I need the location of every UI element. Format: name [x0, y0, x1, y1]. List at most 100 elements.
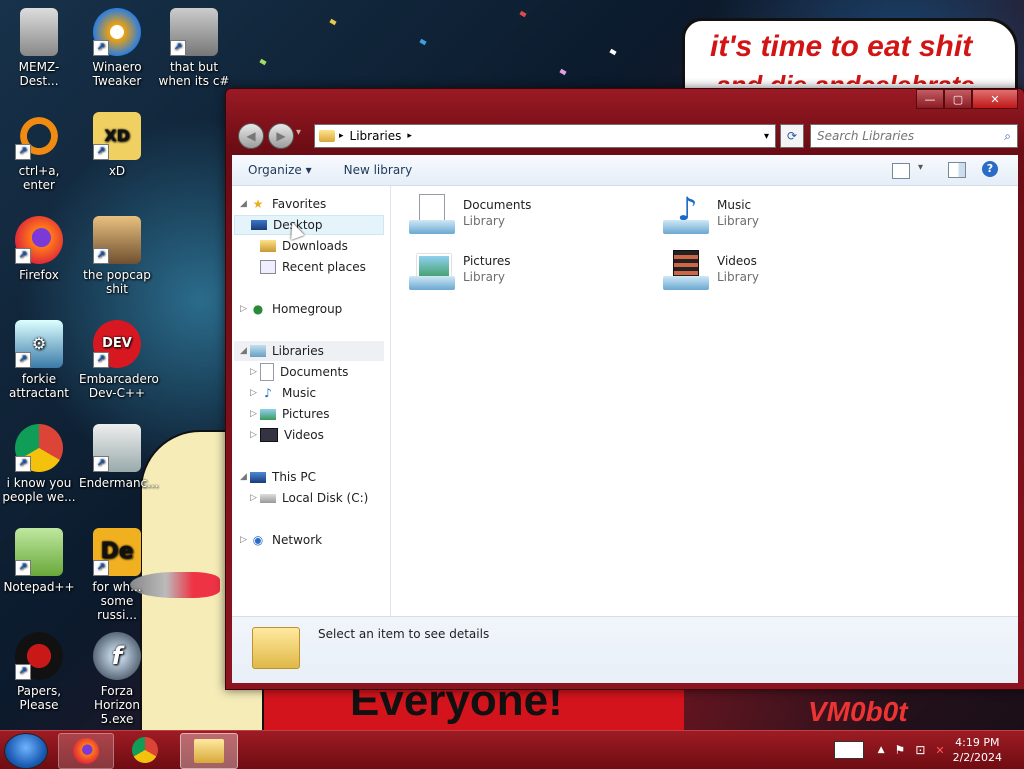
- desktop-icon-firefox[interactable]: ↗ Firefox: [1, 216, 77, 282]
- action-center-flag-icon[interactable]: ⚑: [895, 743, 906, 757]
- breadcrumb-trail-arrow[interactable]: ▸: [407, 131, 412, 141]
- desktop-icon-notepadpp[interactable]: ↗ Notepad++: [1, 528, 77, 594]
- library-name: Music: [717, 198, 752, 212]
- library-music[interactable]: ♪ Music Library: [663, 190, 903, 246]
- navigation-pane: ◢ ★ Favorites Desktop Downloads Recent p…: [232, 186, 391, 617]
- breadcrumb-separator[interactable]: ▸: [339, 131, 344, 141]
- search-icon[interactable]: ⌕: [1004, 129, 1011, 144]
- keyboard-icon[interactable]: [833, 741, 864, 759]
- address-bar[interactable]: ▸ Libraries ▸ ▾: [314, 124, 776, 148]
- ring-icon: ↗: [15, 112, 63, 160]
- show-hidden-icons-button[interactable]: ▲: [878, 745, 885, 755]
- expand-arrow-icon[interactable]: ▷: [250, 430, 260, 440]
- music-library-icon: ♪: [663, 190, 711, 238]
- expand-arrow-icon[interactable]: ▷: [250, 493, 260, 503]
- desktop-icon-memz[interactable]: MEMZ-Dest...: [1, 8, 77, 88]
- desktop-icon-forza[interactable]: f Forza Horizon 5.exe: [79, 632, 155, 726]
- taskbar-chrome[interactable]: [118, 733, 172, 767]
- desktop-icon-enderman[interactable]: ↗ Endermanc...: [79, 424, 159, 490]
- back-button[interactable]: ◀: [238, 123, 264, 149]
- desktop-icon-xd[interactable]: XD ↗ xD: [79, 112, 155, 178]
- desktop-icon-winaero[interactable]: ↗ Winaero Tweaker: [79, 8, 155, 88]
- search-box[interactable]: ⌕: [810, 124, 1018, 148]
- nav-lib-pictures[interactable]: ▷ Pictures: [250, 404, 330, 424]
- hard-drive-icon: [260, 493, 276, 503]
- library-documents[interactable]: Documents Library: [409, 194, 649, 246]
- start-button[interactable]: [4, 733, 48, 769]
- desktop-icon-csharp[interactable]: ↗ that but when its c#: [156, 8, 232, 88]
- desktop-icon-devcpp[interactable]: DEV ↗ Embarcadero Dev-C++: [79, 320, 159, 400]
- confetti: [259, 58, 267, 66]
- nav-homegroup[interactable]: ▷ ● Homegroup: [240, 299, 342, 319]
- desktop-icon-papers-please[interactable]: ↗ Papers, Please: [1, 632, 77, 712]
- maximize-button[interactable]: ▢: [944, 89, 972, 109]
- desktop-icon-label: Forza Horizon 5.exe: [94, 684, 140, 726]
- expand-arrow-icon[interactable]: ▷: [240, 304, 250, 314]
- network-tray-icon[interactable]: ⊡: [915, 743, 925, 757]
- flash-icon: f: [93, 632, 141, 680]
- nav-lib-music[interactable]: ▷ ♪ Music: [250, 383, 316, 403]
- downloads-folder-icon: [260, 240, 276, 252]
- desktop-icon-label: ctrl+a, enter: [18, 164, 60, 192]
- nav-label: Network: [272, 533, 323, 547]
- collapse-arrow-icon[interactable]: ◢: [240, 199, 250, 209]
- nav-this-pc[interactable]: ◢ This PC: [240, 467, 316, 487]
- expand-arrow-icon[interactable]: ▷: [250, 388, 260, 398]
- shortcut-arrow-icon: ↗: [93, 40, 109, 56]
- clock[interactable]: 4:19 PM 2/2/2024: [953, 735, 1002, 765]
- confetti: [559, 68, 567, 76]
- nav-libraries[interactable]: ◢ Libraries: [234, 341, 384, 361]
- help-button[interactable]: ?: [982, 161, 998, 177]
- recent-places-icon: [260, 260, 276, 274]
- nav-downloads[interactable]: Downloads: [260, 236, 348, 256]
- desktop-icon-forkie[interactable]: ⚙ ↗ forkie attractant: [1, 320, 77, 400]
- recent-pages-dropdown[interactable]: ▾: [296, 127, 301, 138]
- refresh-button[interactable]: ⟳: [780, 124, 804, 148]
- new-library-button[interactable]: New library: [328, 163, 429, 177]
- pictures-library-icon: [409, 250, 457, 294]
- expand-arrow-icon[interactable]: ▷: [240, 535, 250, 545]
- nav-lib-videos[interactable]: ▷ Videos: [250, 425, 324, 445]
- nav-favorites[interactable]: ◢ ★ Favorites: [240, 194, 326, 214]
- nav-desktop[interactable]: Desktop: [234, 215, 384, 235]
- address-dropdown[interactable]: ▾: [764, 131, 769, 142]
- nav-local-disk[interactable]: ▷ Local Disk (C:): [250, 488, 368, 508]
- nav-network[interactable]: ▷ ◉ Network: [240, 530, 322, 550]
- desktop-icon: [251, 220, 267, 230]
- desktop-icon-russian[interactable]: De ↗ for wh... some russi...: [79, 528, 155, 622]
- nav-label: Music: [282, 386, 317, 400]
- change-view-icon[interactable]: [892, 163, 910, 179]
- expand-arrow-icon[interactable]: ▷: [250, 367, 260, 377]
- desktop-icon-chrome-link[interactable]: ↗ i know you people we...: [1, 424, 77, 504]
- library-pictures[interactable]: Pictures Library: [409, 250, 649, 302]
- speech-bubble-text: it's time to eat shit: [710, 30, 973, 63]
- view-dropdown[interactable]: ▾: [918, 162, 923, 173]
- preview-pane-icon[interactable]: [948, 162, 966, 178]
- forward-button[interactable]: ▶: [268, 123, 294, 149]
- nav-lib-documents[interactable]: ▷ Documents: [250, 362, 348, 382]
- shortcut-arrow-icon: ↗: [93, 144, 109, 160]
- library-videos[interactable]: Videos Library: [663, 250, 903, 302]
- nav-label: Videos: [284, 428, 324, 442]
- desktop-icon-popcap[interactable]: ↗ the popcap shit: [79, 216, 155, 296]
- taskbar-firefox[interactable]: [58, 733, 114, 769]
- library-type: Library: [463, 270, 505, 284]
- desktop-icon-ctrl-a[interactable]: ↗ ctrl+a, enter: [1, 112, 77, 192]
- collapse-arrow-icon[interactable]: ◢: [240, 346, 250, 356]
- desktop-icon-label: Notepad++: [3, 580, 75, 594]
- taskbar-file-explorer[interactable]: [180, 733, 238, 769]
- collapse-arrow-icon[interactable]: ◢: [240, 472, 250, 482]
- breadcrumb-libraries[interactable]: Libraries: [350, 129, 402, 143]
- computer-icon: [250, 471, 266, 483]
- expand-arrow-icon[interactable]: ▷: [250, 409, 260, 419]
- organize-button[interactable]: Organize ▾: [232, 163, 328, 177]
- search-input[interactable]: [811, 128, 1005, 144]
- library-name: Pictures: [463, 254, 511, 268]
- firefox-icon: ↗: [15, 216, 63, 264]
- nav-recent-places[interactable]: Recent places: [260, 257, 366, 277]
- confetti: [329, 18, 337, 26]
- close-button[interactable]: ✕: [972, 89, 1018, 109]
- minimize-button[interactable]: —: [916, 89, 944, 109]
- star-icon: ★: [252, 197, 264, 211]
- volume-muted-icon[interactable]: ✕: [935, 744, 944, 757]
